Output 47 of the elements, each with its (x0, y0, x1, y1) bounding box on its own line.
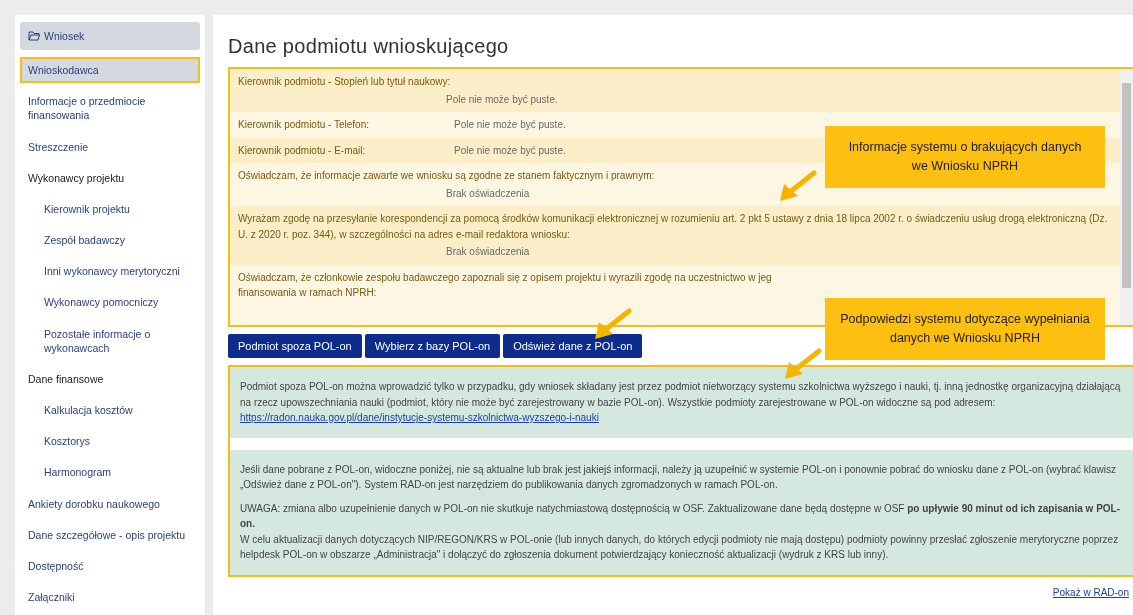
nav-item[interactable]: Kalkulacja kosztów (20, 397, 200, 424)
error-message: Pole nie może być puste. (445, 92, 558, 107)
link[interactable]: https://radon.nauka.gov.pl/dane/instytucje-systemu-szkolnictwa-wyzszego-i-nauki (240, 412, 599, 423)
field-label: Kierownik podmiotu - Stopień lub tytuł naukowy: (238, 75, 451, 89)
nav-item[interactable]: Dostępność (20, 552, 200, 580)
nav-header[interactable]: Wniosek (20, 22, 200, 50)
info-text: Podmiot spoza POL-on można wprowadzić tylko w przypadku, gdy wniosek składany jest przez podmiot nietworzący systemu szkolnictwa wyższego i nauki, tj. inną jednostkę organizacyjną działającą na rzecz upowszechniania nauki (podmiot, który nie może być zarejestrowany w bazie POL-on). Wszystkie podmioty zarejestrowane w POL-on widoczne są pod adresem: https://radon.nauka.gov.pl/dane/instytucje-systemu-szkolnictwa-wyzszego-i-nauki (240, 380, 1122, 425)
action-button[interactable]: Wybierz z bazy POL-on (364, 334, 501, 358)
error-message: Pole nie może być puste. (454, 143, 566, 158)
info-text: UWAGA: zmiana albo uzupełnienie danych w POL-on nie skutkuje natychmiastową dostępnością w OSF. Zaktualizowane dane będą dostępne w OSF po upływie 90 minut od ich zapisania w POL-on. W celu aktualizacji danych dotyczących NIP/REGON/KRS w POL-onie (lub innych danych, do których edycji podmioty nie mają dostępu) podmioty powinny przesłać zgłoszenie merytoryczne poprzez helpdesk POL-on w obszarze „Administracja" i dołączyć do zgłoszenia dokument potwierdzający konieczność aktualizacji (wydruk z KRS lub inny). (240, 501, 1122, 562)
error-message: Brak oświadczenia (445, 186, 530, 201)
nav-item[interactable]: Zespół badawczy (20, 227, 200, 254)
folder-icon (28, 31, 40, 41)
nav-item[interactable]: Streszczenie (20, 133, 200, 160)
field-label: Wyrażam zgodę na przesyłanie korespondencji za pomocą środków komunikacji elektronicznej w rozumieniu art. 2 pkt 5 ustawy z dnia 18 lipca 2002 r. o świadczeniu usług drogą elektroniczną (Dz. U. z 2020 r. poz. 344), w szczególności na adres e-mail redaktora wniosku: (238, 212, 1109, 242)
arrow-icon (785, 348, 822, 379)
error-message: Brak oświadczenia (445, 245, 530, 259)
nav-item[interactable]: Kierownik projektu (20, 195, 200, 223)
radon-link[interactable]: Pokaż w RAD-on (1052, 586, 1129, 598)
action-button[interactable]: Odśwież dane z POL-on (503, 334, 643, 358)
field-label: Kierownik podmiotu - E-mail: (238, 143, 367, 158)
nav-section: Wykonawcy projektu (20, 164, 200, 191)
field-label: Oświadczam, że członkowie zespołu badawczego zapoznali się z opisem projektu i wyrazili zgodę na uczestnictwo w jeg (238, 270, 772, 285)
nav-item[interactable]: Wnioskodawca (20, 57, 200, 84)
annotation-callout: Podpowiedzi systemu dotyczące wypełniania danych we Wniosku NPRH (825, 298, 1105, 360)
nav-item[interactable]: Dane szczegółowe - opis projektu (20, 521, 200, 548)
nav-item[interactable]: Ankiety dorobku naukowego (20, 490, 200, 517)
nav-item[interactable]: Inni wykonawcy merytoryczni (20, 258, 200, 285)
nav-section: Dane finansowe (20, 365, 200, 393)
info-text: Jeśli dane pobrane z POL-on, widoczne poniżej, nie są aktualne lub brak jest jakiejś informacji, należy ją uzupełnić w systemie POL-on i ponownie pobrać do wniosku dane z POL-on (wybrać klawisz „Odśwież dane z POL-on"). System RAD-on jest narzędziem do publikowania danych zgromadzonych w ramach POL-on. (240, 462, 1117, 492)
nav-item[interactable]: Informacje o przedmiocie finansowania (20, 88, 200, 129)
scrollbar[interactable] (1120, 69, 1133, 325)
nav-item[interactable]: Załączniki (20, 584, 200, 611)
nav-item[interactable]: Harmonogram (20, 459, 200, 486)
error-message: Pole nie może być puste. (454, 118, 566, 132)
arrow-icon (595, 308, 632, 339)
action-button[interactable]: Podmiot spoza POL-on (228, 334, 362, 358)
arrow-icon (780, 170, 817, 201)
page-title: Dane podmiotu wnioskującego (228, 35, 510, 58)
nav-item[interactable]: Kosztorys (20, 428, 200, 455)
nav-header-label: Wniosek (44, 30, 85, 42)
field-label: Oświadczam, że informacje zawarte we wniosku są zgodne ze stanem faktycznym i prawnym: (238, 169, 655, 183)
field-label: Kierownik podmiotu - Telefon: (238, 118, 370, 132)
nav-item[interactable]: Pozostałe informacje o wykonawcach (20, 320, 200, 361)
nav-item[interactable]: Wykonawcy pomocniczy (20, 289, 200, 316)
field-label: finansowania w ramach NPRH: (238, 286, 377, 300)
annotation-callout: Informacje systemu o brakujących danych we Wniosku NPRH (825, 126, 1105, 188)
